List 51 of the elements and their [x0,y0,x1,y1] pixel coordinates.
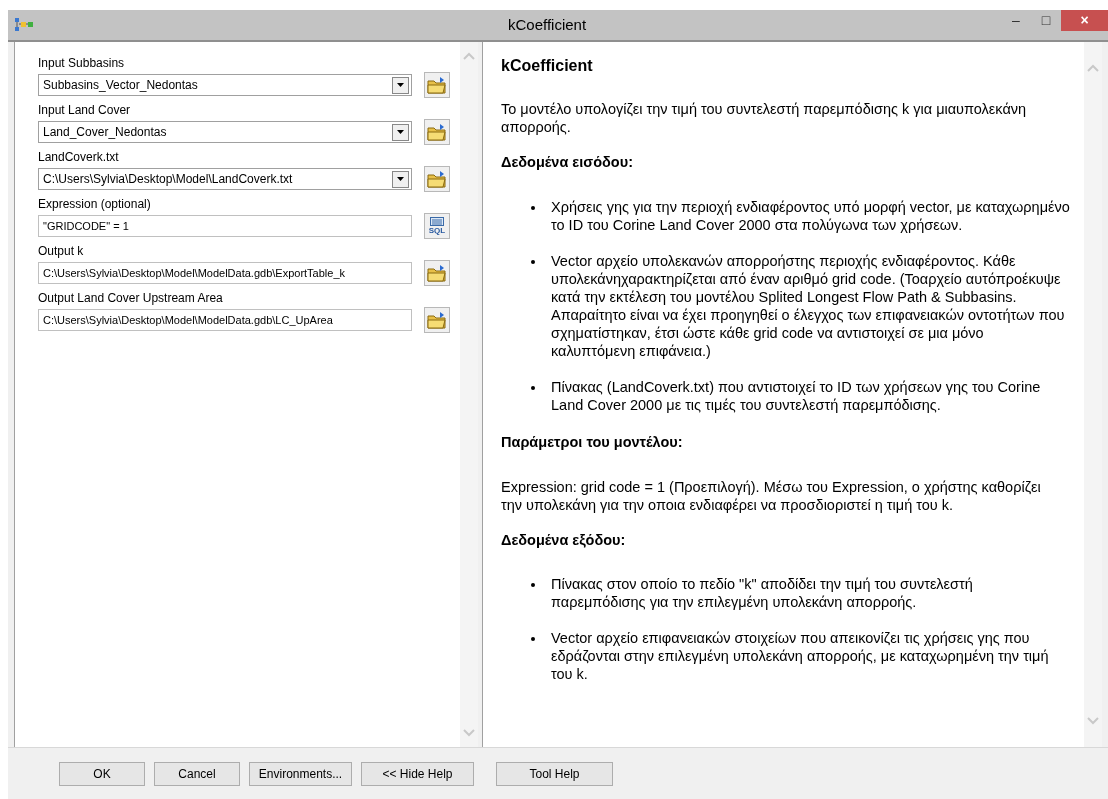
folder-icon [427,311,447,329]
input-field[interactable]: C:\Users\Sylvia\Desktop\Model\ModelData.gdb\LC_UpArea [38,309,412,331]
sql-label: SQL [428,226,446,235]
close-button[interactable]: × [1061,10,1108,31]
list-icon [430,217,444,226]
folder-icon [427,123,447,141]
parameter-label: Output Land Cover Upstream Area [38,290,224,307]
dropdown[interactable]: C:\Users\Sylvia\Desktop\Model\LandCoverk.txt [38,168,412,190]
help-list-item: Vector αρχείο επιφανειακών στοιχείων που απεικονίζει τις χρήσεις γης που εδράζονται στην επιλεγμένη υπολεκάνη απορροής, με καταχωρημένη την τιμή του k. [551,629,1050,684]
ok-button[interactable]: OK [59,761,145,786]
help-heading: Δεδομένα εξόδου: [501,530,627,550]
parameter-label: Expression (optional) [38,196,152,213]
bullet-icon [531,385,535,390]
browse-button[interactable] [424,119,450,145]
parameter-label: Input Subbasins [38,55,126,72]
parameter-label: Output k [38,243,85,260]
bullet-icon [531,583,535,588]
bullet-icon [531,205,535,210]
folder-icon [427,76,447,94]
input-field[interactable]: C:\Users\Sylvia\Desktop\Model\ModelData.gdb\ExportTable_k [38,262,412,284]
maximize-button[interactable]: □ [1031,10,1061,31]
browse-button[interactable] [424,72,450,98]
input-field[interactable]: "GRIDCODE" = 1 [38,215,412,237]
help-list-item: Χρήσεις γης για την περιοχή ενδιαφέροντος υπό μορφή vector, με καταχωρημένο το ID του Corine Land Cover 2000 στα πολύγωνα των χρήσεων. [551,197,1070,234]
parameter-label: Input Land Cover [38,102,132,119]
help-list-item: Vector αρχείο υπολεκανών απορροήστης περιοχής ενδιαφέροντος. Κάθε υπολεκάνηχαρακτηρίζεται από έναν αριθμό grid code. (Τοαρχείο αυτόπροέκυψε κατά την εκτέλεση του μοντέλου Splited Longest Flow Path & Subbasins. Απαραίτητο είναι να έχει προηγηθεί ο έλεγχος των επιφανειακών οντοτήτων που σχηματίστηκαν, έτσι ώστε κάθε grid code να αντιστοιχεί σε μια μόνο καλυπτόμενη επιφάνεια.) [551,251,1066,360]
bullet-icon [531,259,535,264]
window-title: kCoefficient [508,14,587,35]
dropdown[interactable]: Subbasins_Vector_Nedontas [38,74,412,96]
help-title: kCoefficient [501,56,594,76]
dropdown[interactable]: Land_Cover_Nedontas [38,121,412,143]
browse-button[interactable] [424,307,450,333]
help-list-item: Πίνακας (LandCoverk.txt) που αντιστοιχεί το ID των χρήσεων γης του Corine Land Cover 2000 με τις τιμές του συντελεστή παρεμπόδισης. [551,377,1042,414]
help-list-item: Πίνακας στον οποίο το πεδίο "k" αποδίδει την τιμή του συντελεστή παρεμπόδισης για την επιλεγμένη υπολεκάνη απορροής. [551,575,974,612]
browse-button[interactable] [424,166,450,192]
browse-button[interactable] [424,260,450,286]
help-heading: Δεδομένα εισόδου: [501,153,634,172]
help-paragraph: Expression: grid code = 1 (Προεπιλογή). Μέσω του Expression, ο χρήστης καθορίζει την υπολεκάνη για την οποια ενδιαφέρει να προσδιοριστεί η τιμή του k. [501,477,1042,514]
hide-help-button[interactable]: << Hide Help [361,761,474,786]
cancel-button[interactable]: Cancel [154,761,240,786]
environments-button[interactable]: Environments... [249,761,352,786]
help-heading: Παράμετροι του μοντέλου: [501,432,684,452]
help-paragraph: Το μοντέλο υπολογίζει την τιμή του συντελεστή παρεμπόδισης k για μιαυπολεκάνη απορροής. [501,100,1028,136]
folder-icon [427,170,447,188]
folder-icon [427,264,447,282]
minimize-button[interactable]: – [1001,10,1031,31]
parameter-label: LandCoverk.txt [38,149,120,166]
bullet-icon [531,637,535,642]
model-icon [15,18,33,32]
sql-button[interactable]: SQL [424,213,450,239]
tool-help-button[interactable]: Tool Help [496,761,613,786]
